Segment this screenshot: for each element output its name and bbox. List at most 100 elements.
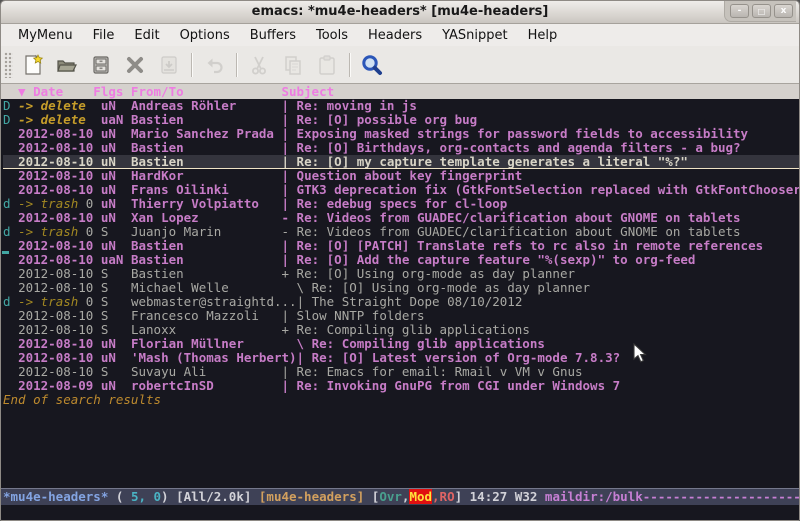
message-row[interactable]: 2012-08-10 S Francesco Mazzoli | Slow NN… (3, 309, 799, 323)
message-from: Xan Lopez (131, 211, 282, 225)
message-row[interactable]: d -> trash 0 uN Thierry Volpiatto | Re: … (3, 197, 799, 211)
save-buffer-button[interactable] (84, 50, 118, 80)
menu-help[interactable]: Help (518, 26, 568, 45)
undo-button[interactable] (197, 50, 231, 80)
marker-label: -> delete (18, 99, 86, 113)
text-cursor (2, 251, 9, 254)
message-row[interactable]: 2012-08-10 uN Florian Müllner \ Re: Comp… (3, 337, 799, 351)
thread-separator: | (282, 197, 297, 211)
message-list: D -> delete uN Andreas Röhler | Re: movi… (1, 99, 799, 393)
open-folder-icon (55, 53, 79, 77)
menu-buffers[interactable]: Buffers (240, 26, 306, 45)
message-flags: uN (101, 183, 131, 197)
window-controls: - □ x (724, 1, 796, 22)
message-row[interactable]: 2012-08-10 uN Xan Lopez - Re: Videos fro… (3, 211, 799, 225)
message-date: 2012-08-10 (18, 211, 101, 225)
message-row[interactable]: 2012-08-10 uN Bastien | Re: [O] Birthday… (3, 141, 799, 155)
message-from: Frans Oilinki (131, 183, 282, 197)
modeline-plain: 14:27 W32 (470, 489, 545, 504)
search-button[interactable] (355, 50, 389, 80)
message-row[interactable]: D -> delete uaN Bastien | Re: [O] possib… (3, 113, 799, 127)
menu-file[interactable]: File (83, 26, 125, 45)
mark-char (3, 253, 18, 267)
modeline-plain: ( (108, 489, 131, 504)
message-flags: S (101, 365, 131, 379)
mark-char (3, 169, 18, 183)
message-row[interactable]: 2012-08-10 uN 'Mash (Thomas Herbert)| Re… (3, 351, 799, 365)
message-flags: uN (101, 99, 131, 113)
message-subject: Re: edebug specs for cl-loop (297, 197, 508, 211)
save-as-button[interactable] (152, 50, 186, 80)
message-row[interactable]: d -> trash 0 S Juanjo Marin - Re: Videos… (3, 225, 799, 239)
paste-button[interactable] (310, 50, 344, 80)
mark-char (3, 323, 18, 337)
message-flags: uN (101, 379, 131, 393)
mark-char (3, 127, 18, 141)
message-row[interactable]: 2012-08-10 S Suvayu Ali | Re: Emacs for … (3, 365, 799, 379)
modeline-plain: [All/2.0k] (176, 489, 259, 504)
mode-line[interactable]: *mu4e-headers* ( 5, 0) [All/2.0k] [mu4e-… (1, 488, 799, 505)
pad (86, 99, 101, 113)
close-button[interactable]: x (774, 4, 793, 18)
message-flags: uaN (101, 113, 131, 127)
message-subject: Re: [O] Add the capture feature "%(sexp)… (297, 253, 696, 267)
echo-area[interactable] (1, 505, 799, 520)
message-from: Francesco Mazzoli (131, 309, 282, 323)
message-flags: uN (101, 155, 131, 169)
message-row[interactable]: d -> trash 0 S webmaster@straightd...| T… (3, 295, 799, 309)
menu-tools[interactable]: Tools (306, 26, 358, 45)
message-from: Mario Sanchez Prada (131, 127, 282, 141)
maximize-button[interactable]: □ (752, 4, 771, 18)
mark-char (3, 379, 18, 393)
message-row[interactable]: 2012-08-10 S Michael Welle \ Re: [O] Usi… (3, 281, 799, 295)
message-flags: uN (101, 197, 131, 211)
message-row[interactable]: 2012-08-10 uaN Bastien | Re: [O] Add the… (3, 253, 799, 267)
menu-bar: MyMenuFileEditOptionsBuffersToolsHeaders… (1, 24, 799, 46)
message-row[interactable]: D -> delete uN Andreas Röhler | Re: movi… (3, 99, 799, 113)
message-row[interactable]: 2012-08-09 uN robertcInSD | Re: Invoking… (3, 379, 799, 393)
message-date: 2012-08-09 (18, 379, 101, 393)
message-subject: Re: Emacs for email: Rmail v VM v Gnus (297, 365, 583, 379)
titlebar[interactable]: emacs: *mu4e-headers* [mu4e-headers] - □… (1, 1, 799, 24)
menu-headers[interactable]: Headers (358, 26, 432, 45)
mark-char (3, 365, 18, 379)
menu-yasnippet[interactable]: YASnippet (432, 26, 518, 45)
modeline-mode: [mu4e-headers] (259, 489, 372, 504)
paste-clipboard-icon (315, 53, 339, 77)
message-row[interactable]: 2012-08-10 S Bastien + Re: [O] Using org… (3, 267, 799, 281)
message-row[interactable]: 2012-08-10 S Lanoxx + Re: Compiling glib… (3, 323, 799, 337)
menu-mymenu[interactable]: MyMenu (8, 26, 83, 45)
toolbar-drag-handle[interactable] (4, 52, 13, 78)
thread-separator: | (281, 155, 296, 169)
open-file-button[interactable] (50, 50, 84, 80)
mark-char (3, 337, 18, 351)
message-date: 2012-08-10 (18, 155, 101, 169)
message-row[interactable]: 2012-08-10 uN Mario Sanchez Prada | Expo… (3, 127, 799, 141)
toolbar-separator (191, 53, 192, 77)
message-from: Florian Müllner (131, 337, 282, 351)
thread-separator: | (281, 309, 296, 323)
message-row[interactable]: 2012-08-10 uN HardKor | Question about k… (3, 169, 799, 183)
copy-button[interactable] (276, 50, 310, 80)
thread-separator: \ (281, 281, 311, 295)
message-from: HardKor (131, 169, 282, 183)
copy-icon (281, 53, 305, 77)
message-row[interactable]: 2012-08-10 uN Bastien | Re: [O] [PATCH] … (3, 239, 799, 253)
message-subject: Re: [O] Using org-mode as day planner (297, 267, 575, 281)
message-subject: Re: Compiling glib applications (312, 337, 545, 351)
cut-button[interactable] (242, 50, 276, 80)
thread-separator: | (297, 351, 312, 365)
new-file-button[interactable] (16, 50, 50, 80)
marker-label: -> trash (18, 225, 78, 239)
message-flags: S (101, 323, 131, 337)
thread-separator: | (281, 141, 296, 155)
minimize-button[interactable]: - (730, 4, 749, 18)
menu-options[interactable]: Options (170, 26, 240, 45)
message-row[interactable]: 2012-08-10 uN Bastien | Re: [O] my captu… (3, 155, 799, 169)
message-date: 2012-08-10 (18, 141, 101, 155)
modeline-ovr: Ovr (379, 489, 402, 504)
message-row[interactable]: 2012-08-10 uN Frans Oilinki | GTK3 depre… (3, 183, 799, 197)
menu-edit[interactable]: Edit (124, 26, 169, 45)
message-subject: Re: [O] Using org-mode as day planner (312, 281, 590, 295)
close-buffer-button[interactable] (118, 50, 152, 80)
